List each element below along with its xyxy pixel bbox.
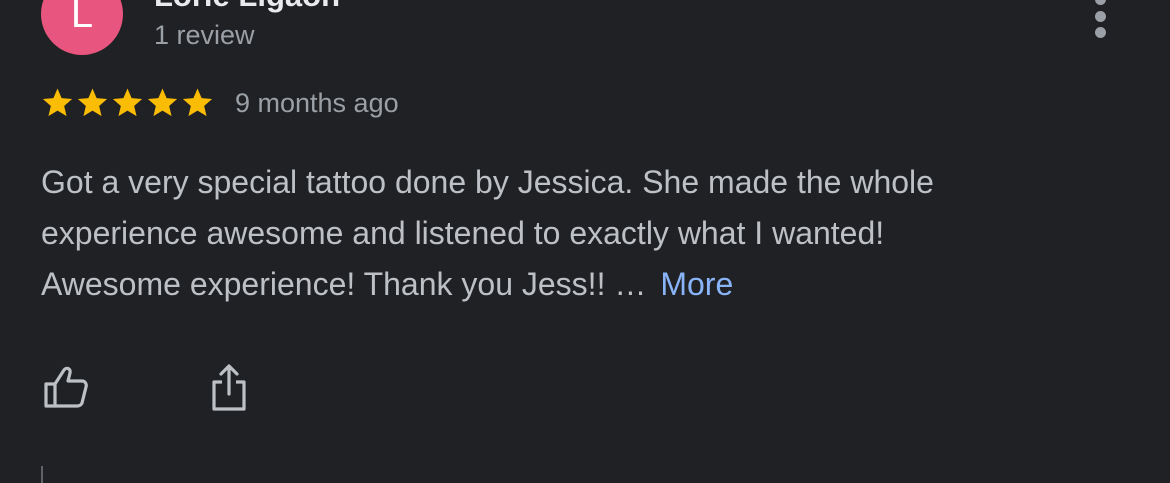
- star-icon: [182, 88, 213, 117]
- review-text-line-content: Awesome experience! Thank you Jess!! …: [41, 266, 647, 302]
- review-count[interactable]: 1 review: [154, 20, 255, 51]
- more-vertical-icon: [1094, 0, 1106, 5]
- more-vertical-icon-dot: [1094, 10, 1106, 22]
- divider: [41, 466, 43, 483]
- review-text-line: experience awesome and listened to exact…: [41, 215, 885, 251]
- star-rating: [40, 86, 215, 120]
- share-icon: [212, 364, 246, 411]
- rating-row: 9 months ago: [40, 84, 399, 122]
- share-button[interactable]: [201, 359, 257, 415]
- more-link[interactable]: More: [660, 266, 733, 302]
- review-text: Got a very special tattoo done by Jessic…: [41, 157, 1101, 310]
- avatar-initial: L: [70, 0, 94, 36]
- review-card: L Lorie Ligaon 1 review 9 months ago Got…: [0, 0, 1170, 483]
- avatar[interactable]: L: [41, 0, 123, 55]
- star-icon: [77, 88, 108, 117]
- star-icon: [42, 88, 73, 117]
- thumbs-up-icon: [44, 366, 88, 408]
- reviewer-name[interactable]: Lorie Ligaon: [154, 0, 340, 14]
- like-button[interactable]: [38, 359, 94, 415]
- star-icon: [147, 88, 178, 117]
- more-vertical-icon-dot: [1094, 27, 1106, 38]
- review-text-line: Got a very special tattoo done by Jessic…: [41, 164, 934, 200]
- more-options-button[interactable]: [1078, 0, 1122, 38]
- review-date: 9 months ago: [235, 87, 399, 118]
- review-text-line: Awesome experience! Thank you Jess!! … Mo…: [41, 259, 1101, 310]
- star-icon: [112, 88, 143, 117]
